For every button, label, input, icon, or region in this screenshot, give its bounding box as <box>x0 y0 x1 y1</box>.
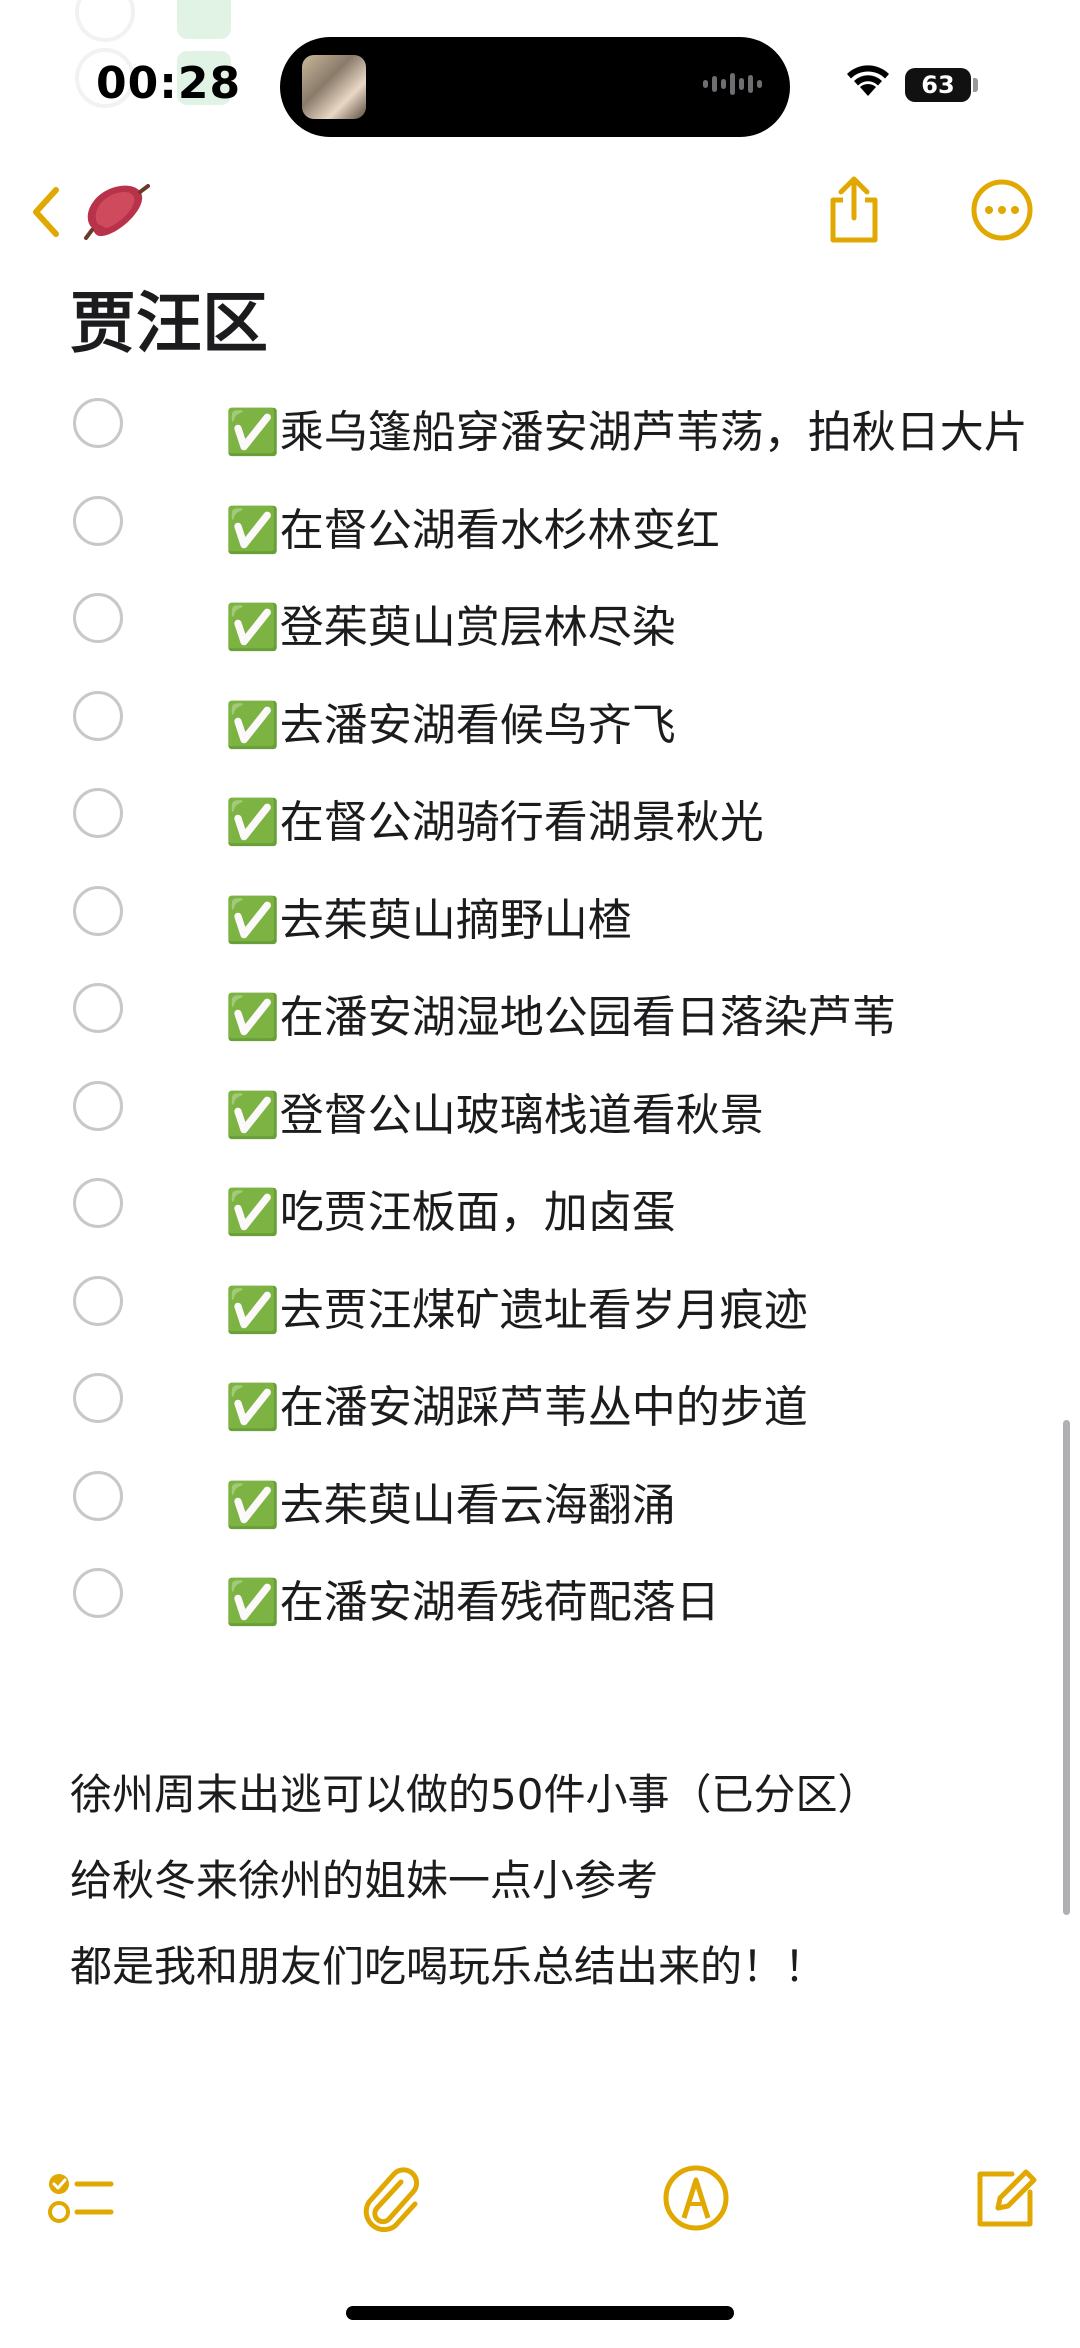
checkbox-circle[interactable] <box>73 1470 123 1521</box>
sweet-potato-emoji <box>84 184 150 240</box>
share-icon[interactable] <box>825 174 883 246</box>
compose-icon[interactable] <box>968 2162 1040 2234</box>
checkbox-circle[interactable] <box>73 983 123 1033</box>
checklist-icon[interactable] <box>45 2162 117 2234</box>
checklist-item-text[interactable]: ✅登督公山玻璃栈道看秋景 <box>225 1087 764 1145</box>
checkbox-circle[interactable] <box>73 788 123 838</box>
note-body-line[interactable]: 徐州周末出逃可以做的50件小事（已分区） <box>70 1752 879 1838</box>
checklist-item: ✅登督公山玻璃栈道看秋景 <box>0 1080 1080 1179</box>
checklist-item: ✅在潘安湖看残荷配落日 <box>0 1568 1080 1666</box>
note-body-line[interactable]: 给秋冬来徐州的姐妹一点小参考 <box>70 1838 879 1924</box>
checklist-item-text[interactable]: ✅吃贾汪板面，加卤蛋 <box>225 1184 676 1242</box>
checklist-item-text[interactable]: ✅去茱萸山摘野山楂 <box>225 892 632 950</box>
checklist-item-text[interactable]: ✅去贾汪煤矿遗址看岁月痕迹 <box>225 1282 808 1340</box>
battery-indicator: 63 <box>905 68 971 102</box>
checklist-item: ✅去茱萸山摘野山楂 <box>0 885 1080 984</box>
checklist-item: ✅在潘安湖湿地公园看日落染芦苇 <box>0 983 1080 1081</box>
checklist-item: ✅在潘安湖踩芦苇丛中的步道 <box>0 1373 1080 1471</box>
checkbox-circle[interactable] <box>73 1178 123 1228</box>
note-title[interactable]: 贾汪区 <box>70 270 268 366</box>
dynamic-island[interactable] <box>280 37 790 137</box>
checklist-item-text[interactable]: ✅去潘安湖看候鸟齐飞 <box>225 697 676 755</box>
checklist-item: ✅去潘安湖看候鸟齐飞 <box>0 690 1080 789</box>
checklist-item: ✅吃贾汪板面，加卤蛋 <box>0 1178 1080 1276</box>
checkbox-circle[interactable] <box>73 1080 123 1131</box>
ellipsis-circle-icon[interactable] <box>970 178 1034 242</box>
checkbox-circle[interactable] <box>73 690 123 741</box>
note-body: 徐州周末出逃可以做的50件小事（已分区） 给秋冬来徐州的姐妹一点小参考 都是我和朋友… <box>70 1752 879 2010</box>
checklist-item-text[interactable]: ✅去茱萸山看云海翻涌 <box>225 1477 676 1535</box>
navigation-bar <box>0 160 1080 260</box>
checkbox-circle[interactable] <box>73 1373 123 1423</box>
battery-level: 63 <box>921 71 955 99</box>
wifi-icon <box>847 65 889 96</box>
checklist-item-text[interactable]: ✅乘乌篷船穿潘安湖芦苇荡，拍秋日大片 <box>225 404 1028 462</box>
status-bar: 00:28 63 <box>0 0 1080 150</box>
checklist-item: ✅在督公湖骑行看湖景秋光 <box>0 788 1080 886</box>
chevron-left-icon[interactable] <box>22 182 72 242</box>
home-indicator[interactable] <box>346 2306 734 2320</box>
checklist-item-text[interactable]: ✅在督公湖看水杉林变红 <box>225 502 720 560</box>
checkbox-circle[interactable] <box>73 495 123 546</box>
checklist-item: ✅在督公湖看水杉林变红 <box>0 495 1080 594</box>
checklist-item-text[interactable]: ✅在潘安湖湿地公园看日落染芦苇 <box>225 989 896 1047</box>
checklist-item-text[interactable]: ✅在潘安湖踩芦苇丛中的步道 <box>225 1379 808 1437</box>
note-body-line[interactable]: 都是我和朋友们吃喝玩乐总结出来的！！ <box>70 1924 879 2010</box>
scroll-indicator[interactable] <box>1063 1420 1070 1915</box>
markup-pen-icon[interactable] <box>660 2162 732 2234</box>
checklist-item: ✅登茱萸山赏层林尽染 <box>0 593 1080 691</box>
checkbox-circle[interactable] <box>73 1568 123 1618</box>
checkbox-circle[interactable] <box>73 593 123 643</box>
paperclip-icon[interactable] <box>355 2162 427 2234</box>
battery-cap <box>973 78 978 92</box>
now-playing-artwork[interactable] <box>302 55 366 119</box>
checklist-item-text[interactable]: ✅在督公湖骑行看湖景秋光 <box>225 794 764 852</box>
checklist-item-text[interactable]: ✅登茱萸山赏层林尽染 <box>225 599 676 657</box>
bottom-toolbar <box>0 2140 1080 2260</box>
checklist-item-text[interactable]: ✅在潘安湖看残荷配落日 <box>225 1574 720 1632</box>
checklist-item: ✅去贾汪煤矿遗址看岁月痕迹 <box>0 1275 1080 1374</box>
checklist-item: ✅去茱萸山看云海翻涌 <box>0 1470 1080 1569</box>
checklist-item: ✅乘乌篷船穿潘安湖芦苇荡，拍秋日大片 <box>0 398 1080 496</box>
checkbox-circle[interactable] <box>73 885 123 936</box>
checkbox-circle[interactable] <box>73 1275 123 1326</box>
checklist: ✅乘乌篷船穿潘安湖芦苇荡，拍秋日大片 ✅在督公湖看水杉林变红 ✅登茱萸山赏层林尽染 ✅… <box>0 398 1080 1666</box>
checkbox-circle[interactable] <box>73 398 123 448</box>
audio-waveform-icon <box>703 73 762 95</box>
status-time: 00:28 <box>96 58 242 109</box>
